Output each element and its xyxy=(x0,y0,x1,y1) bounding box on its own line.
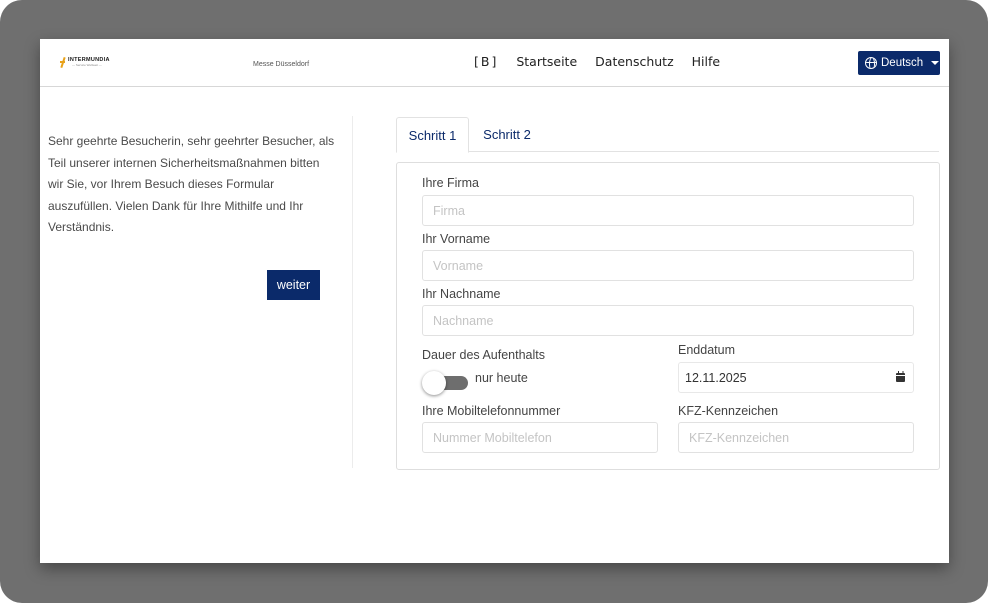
nav-link-hilfe[interactable]: Hilfe xyxy=(692,54,720,69)
caret-down-icon xyxy=(931,61,940,65)
end-date-value: 12.11.2025 xyxy=(685,370,747,385)
nav-link-datenschutz[interactable]: Datenschutz xyxy=(595,54,674,69)
toggle-knob xyxy=(422,371,446,395)
today-only-label: nur heute xyxy=(475,371,528,385)
mobile-input[interactable] xyxy=(422,422,658,453)
intro-text: Sehr geehrte Besucherin, sehr geehrter B… xyxy=(48,134,335,234)
firstname-input[interactable] xyxy=(422,250,914,281)
tab-schritt-2[interactable]: Schritt 2 xyxy=(469,117,545,152)
column-divider xyxy=(352,116,353,468)
lastname-input[interactable] xyxy=(422,305,914,336)
nav-brand-link[interactable]: [B] xyxy=(474,54,498,69)
top-navbar: INTERMUNDIA — Service Weltweit — Messe D… xyxy=(40,39,949,87)
logo-figure-icon xyxy=(60,57,65,68)
lastname-label: Ihr Nachname xyxy=(422,287,501,301)
language-label: Deutsch xyxy=(881,57,924,69)
end-date-picker[interactable]: 12.11.2025 xyxy=(678,362,914,393)
venue-name: Messe Düsseldorf xyxy=(253,61,310,68)
plate-label: KFZ-Kennzeichen xyxy=(678,404,779,418)
language-dropdown[interactable]: Deutsch xyxy=(858,51,940,75)
end-date-label: Enddatum xyxy=(678,343,735,357)
firstname-label: Ihr Vorname xyxy=(422,232,491,246)
duration-label: Dauer des Aufenthalts xyxy=(422,348,545,362)
plate-input[interactable] xyxy=(678,422,914,453)
device-frame: INTERMUNDIA — Service Weltweit — Messe D… xyxy=(0,0,988,603)
step-tabs: Schritt 1 Schritt 2 xyxy=(396,117,939,153)
logo-tagline: — Service Weltweit — xyxy=(72,63,102,67)
company-input[interactable] xyxy=(422,195,914,226)
weiter-button[interactable]: weiter xyxy=(267,270,320,300)
nav-link-startseite[interactable]: Startseite xyxy=(516,54,577,69)
browser-viewport: INTERMUNDIA — Service Weltweit — Messe D… xyxy=(40,39,949,563)
today-only-toggle[interactable] xyxy=(422,371,468,395)
visitor-form-card: Ihre Firma Ihr Vorname Ihr Nachname Daue… xyxy=(396,162,940,470)
intermundia-logo[interactable]: INTERMUNDIA — Service Weltweit — xyxy=(60,57,110,68)
company-label: Ihre Firma xyxy=(422,176,479,190)
main-nav: [B] Startseite Datenschutz Hilfe xyxy=(474,54,720,69)
globe-icon xyxy=(865,57,877,69)
calendar-icon[interactable] xyxy=(896,371,905,382)
mobile-label: Ihre Mobiltelefonnummer xyxy=(422,404,561,418)
tab-schritt-1[interactable]: Schritt 1 xyxy=(396,117,469,153)
